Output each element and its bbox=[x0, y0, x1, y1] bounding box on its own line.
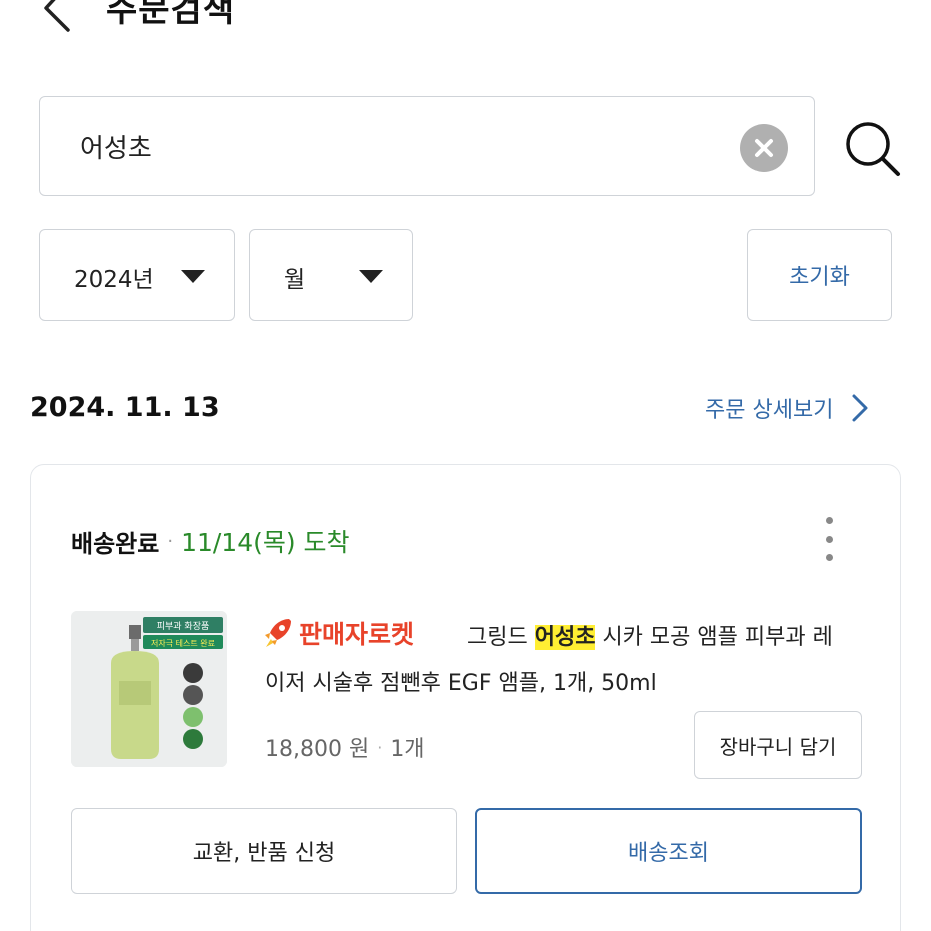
search-input[interactable] bbox=[80, 121, 720, 171]
order-detail-label: 주문 상세보기 bbox=[705, 398, 834, 423]
month-select[interactable]: 월 bbox=[249, 229, 413, 321]
track-delivery-button[interactable]: 배송조회 bbox=[475, 808, 862, 894]
svg-text:피부과 화장품: 피부과 화장품 bbox=[157, 621, 210, 632]
status-label: 배송완료 bbox=[71, 529, 160, 558]
svg-text:저자극 테스트 완료: 저자극 테스트 완료 bbox=[151, 639, 215, 648]
product-name[interactable]: 그링드 어성초 시카 모공 앰플 피부과 레 bbox=[467, 619, 833, 651]
price-row: 18,800 원 · 1개 bbox=[265, 731, 425, 763]
delivery-status: 배송완료 · 11/14(목) 도착 bbox=[71, 523, 350, 559]
arrival-date: 11/14(목) 도착 bbox=[181, 528, 350, 557]
year-select-value: 2024년 bbox=[74, 267, 154, 293]
product-name-line2[interactable]: 이저 시술후 점뺀후 EGF 앰플, 1개, 50ml bbox=[265, 665, 657, 697]
product-image: 피부과 화장품 저자극 테스트 완료 bbox=[71, 611, 227, 767]
month-select-value: 월 bbox=[284, 267, 306, 293]
more-options-button[interactable] bbox=[814, 517, 844, 561]
order-card: 배송완료 · 11/14(목) 도착 피부과 화장품 저자극 테스트 완료 판매… bbox=[30, 464, 901, 931]
caret-down-icon bbox=[181, 270, 205, 283]
page-title: 주문검색 bbox=[106, 0, 236, 30]
add-to-cart-button[interactable]: 장바구니 담기 bbox=[694, 711, 862, 779]
reset-button[interactable]: 초기화 bbox=[747, 229, 892, 321]
clear-search-button[interactable] bbox=[740, 124, 788, 172]
separator-dot: · bbox=[377, 737, 383, 757]
rocket-seller-badge: 판매자로켓 bbox=[263, 615, 414, 651]
product-quantity: 1개 bbox=[390, 737, 425, 762]
search-icon bbox=[846, 122, 900, 176]
search-highlight: 어성초 bbox=[534, 625, 596, 650]
badge-label: 판매자로켓 bbox=[299, 620, 415, 649]
separator-dot: · bbox=[167, 530, 174, 552]
product-thumbnail[interactable]: 피부과 화장품 저자극 테스트 완료 bbox=[71, 611, 227, 767]
order-detail-link[interactable]: 주문 상세보기 bbox=[705, 392, 869, 424]
year-select[interactable]: 2024년 bbox=[39, 229, 235, 321]
rocket-icon bbox=[265, 619, 291, 647]
return-exchange-button[interactable]: 교환, 반품 신청 bbox=[71, 808, 457, 894]
back-button[interactable] bbox=[38, 0, 78, 32]
caret-down-icon bbox=[359, 270, 383, 283]
more-vertical-icon bbox=[825, 517, 833, 524]
order-date: 2024. 11. 13 bbox=[30, 392, 220, 423]
chevron-right-icon bbox=[852, 394, 868, 422]
search-box bbox=[39, 96, 815, 196]
search-button[interactable] bbox=[842, 118, 902, 178]
chevron-left-icon bbox=[44, 0, 70, 32]
header: 주문검색 bbox=[0, 0, 931, 42]
product-price: 18,800 원 bbox=[265, 737, 370, 762]
clear-icon bbox=[755, 139, 773, 157]
